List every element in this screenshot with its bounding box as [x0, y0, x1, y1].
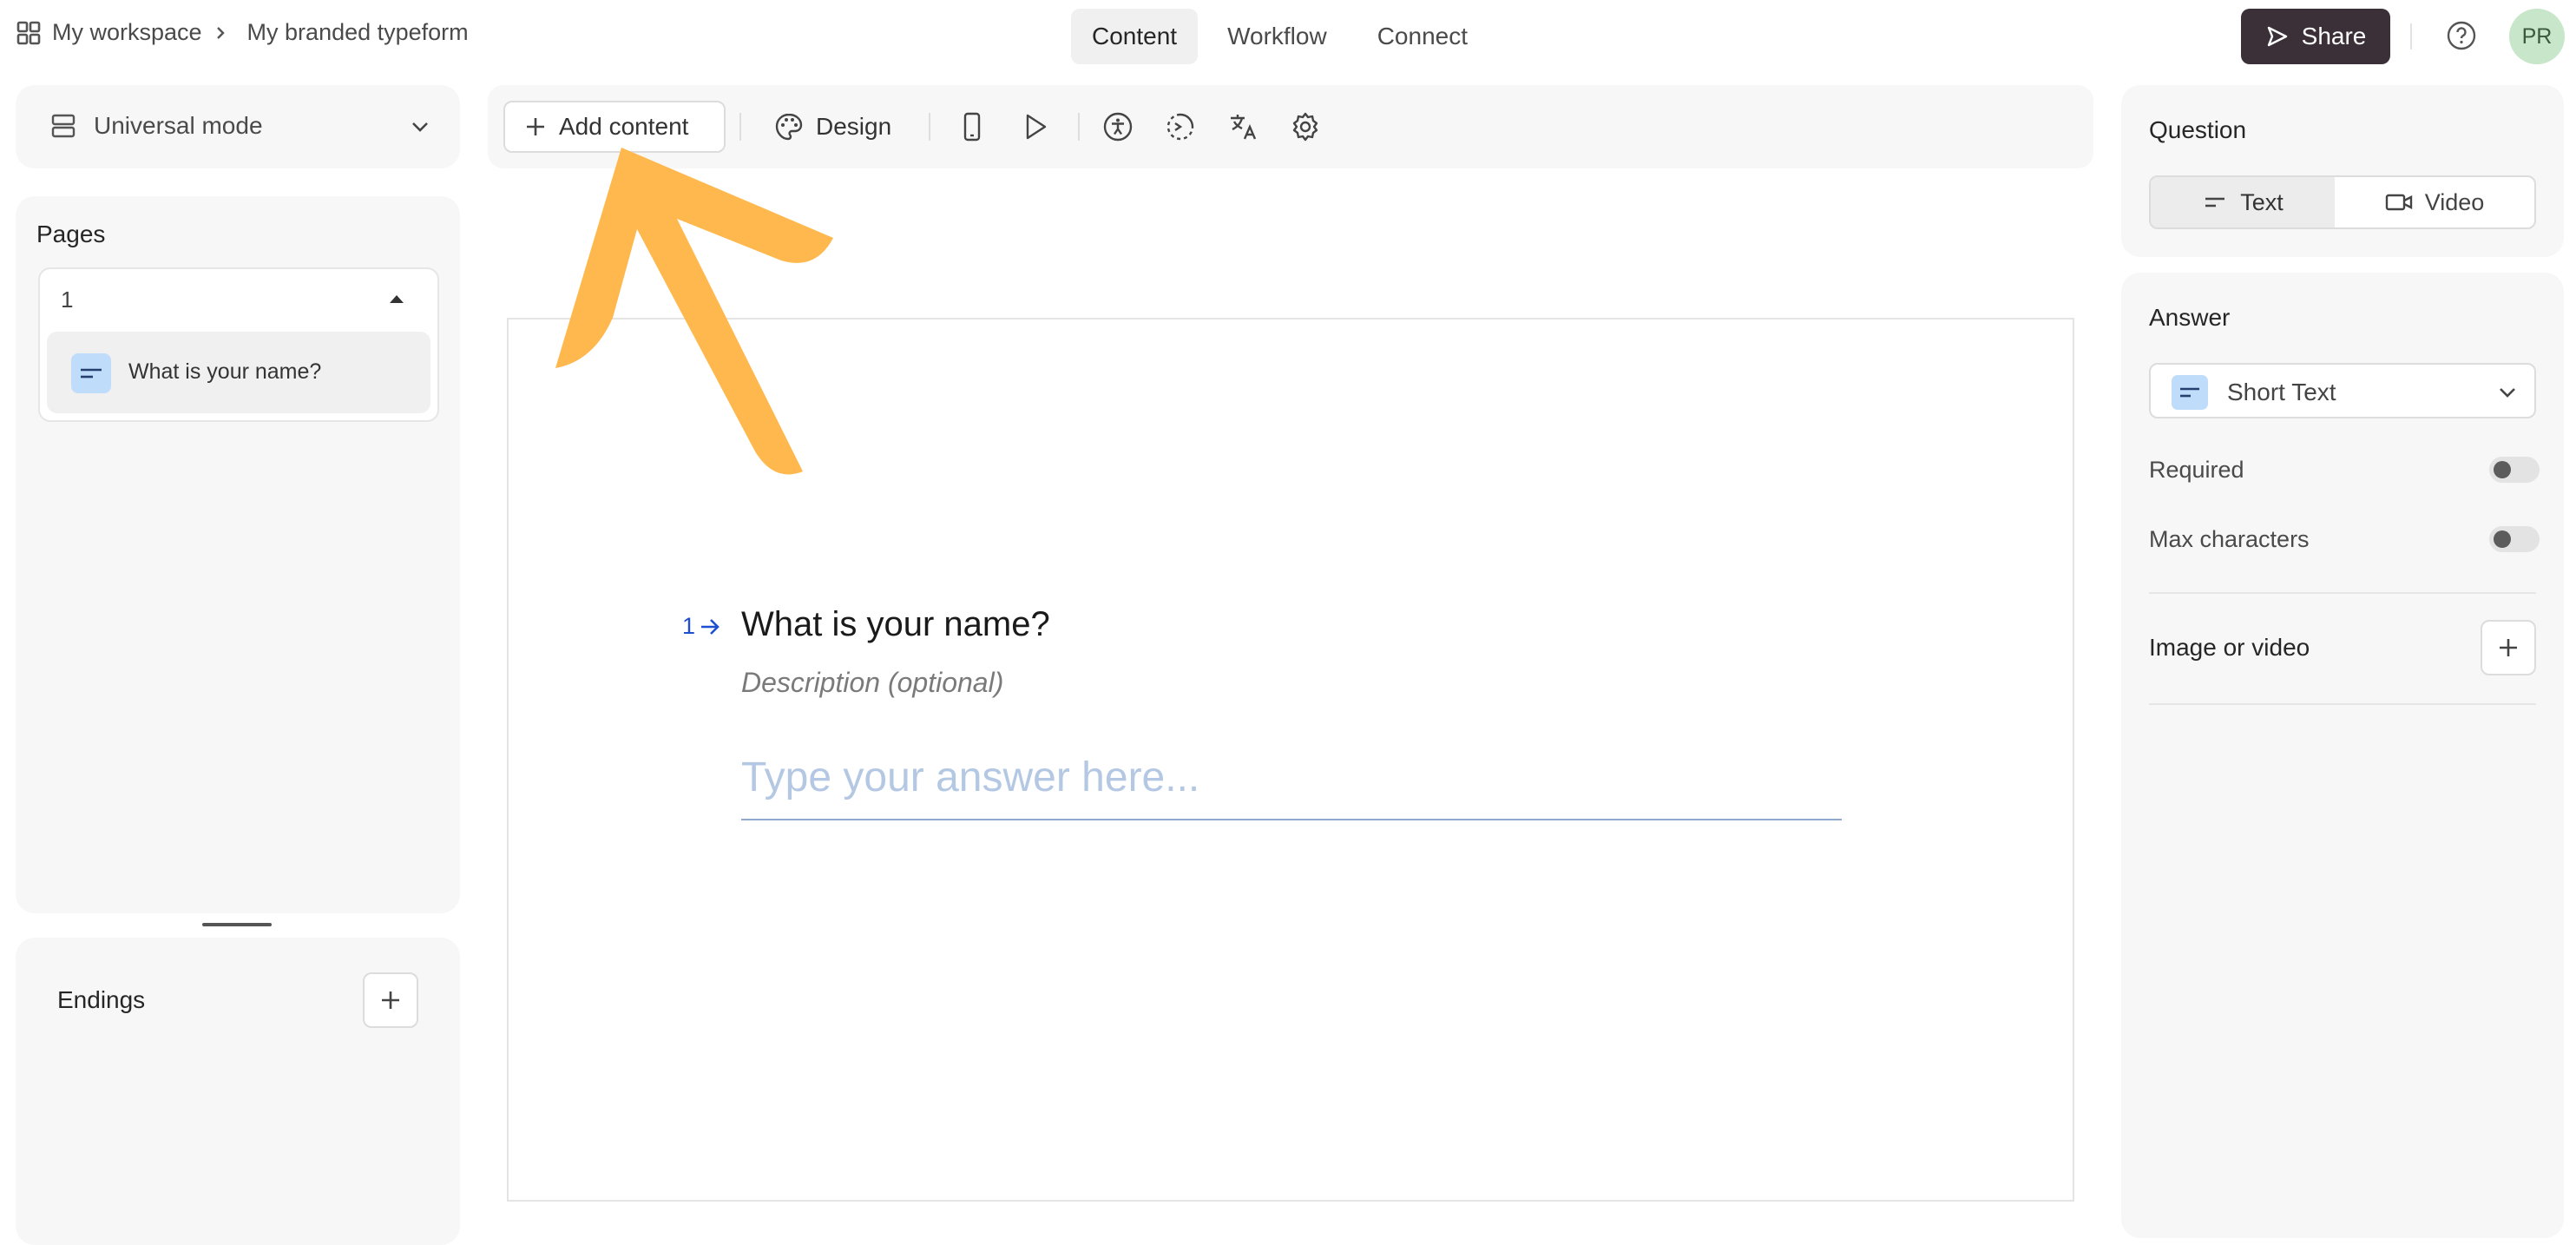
required-label: Required: [2149, 457, 2244, 483]
grid-icon[interactable]: [16, 20, 42, 46]
answer-panel-title: Answer: [2149, 304, 2231, 331]
answer-panel: Answer Short Text Required Max character…: [2121, 273, 2564, 1238]
breadcrumb: My workspace My branded typeform: [16, 19, 469, 46]
divider: [2149, 703, 2536, 705]
question-type-toggle: Text Video: [2149, 175, 2536, 229]
question-number: 1: [682, 613, 721, 640]
add-ending-button[interactable]: [363, 972, 418, 1028]
question-number-text: 1: [682, 613, 696, 639]
endings-title: Endings: [57, 986, 146, 1013]
add-content-label: Add content: [559, 113, 689, 140]
arrow-right-icon: [699, 616, 721, 638]
answer-type-label: Short Text: [2227, 379, 2336, 405]
answer-type-select[interactable]: Short Text: [2149, 363, 2536, 418]
question-description[interactable]: Description (optional): [741, 667, 1003, 699]
text-type-button[interactable]: Text: [2151, 177, 2335, 227]
toolbar-divider: [1078, 113, 1080, 141]
caret-up-icon[interactable]: [387, 292, 406, 306]
page-group-number: 1: [61, 287, 74, 313]
design-label: Design: [816, 113, 892, 140]
main-tabs: Content Workflow Connect: [1071, 9, 1488, 64]
max-characters-toggle[interactable]: [2489, 526, 2540, 552]
add-media-button[interactable]: [2481, 620, 2536, 675]
page-group: 1 What is your name?: [38, 267, 439, 422]
layout-icon: [50, 113, 76, 139]
toolbar-divider: [739, 113, 741, 141]
question-panel-title: Question: [2149, 116, 2247, 143]
plus-icon: [524, 115, 547, 138]
send-icon: [2265, 24, 2290, 49]
short-text-icon: [2202, 194, 2228, 211]
tab-workflow[interactable]: Workflow: [1206, 9, 1348, 64]
play-icon[interactable]: [1019, 111, 1050, 142]
short-text-icon: [2172, 375, 2208, 410]
resize-handle[interactable]: [202, 923, 272, 926]
video-type-button[interactable]: Video: [2335, 177, 2534, 227]
logic-icon[interactable]: [1165, 111, 1196, 142]
share-label: Share: [2301, 23, 2367, 49]
chevron-right-icon: [213, 25, 228, 41]
question-panel: Question Text Video: [2121, 85, 2564, 257]
video-type-label: Video: [2424, 188, 2485, 215]
top-bar: My workspace My branded typeform Content…: [0, 0, 2576, 73]
palette-icon: [774, 112, 804, 142]
video-camera-icon: [2385, 192, 2413, 213]
plus-icon: [378, 988, 403, 1012]
question-title[interactable]: What is your name?: [741, 605, 1050, 644]
breadcrumb-form[interactable]: My branded typeform: [247, 19, 469, 46]
translate-icon[interactable]: [1227, 111, 1258, 142]
required-toggle[interactable]: [2489, 457, 2540, 483]
accessibility-icon[interactable]: [1102, 111, 1134, 142]
toolbar-divider: [929, 113, 930, 141]
pages-title: Pages: [36, 221, 106, 247]
endings-panel: Endings: [16, 938, 460, 1245]
plus-icon: [2496, 636, 2520, 660]
chevron-down-icon: [2498, 383, 2517, 402]
tab-connect[interactable]: Connect: [1357, 9, 1488, 64]
answer-underline: [741, 819, 1842, 820]
text-type-label: Text: [2240, 188, 2284, 215]
gear-icon[interactable]: [1290, 111, 1321, 142]
chevron-down-icon: [410, 116, 430, 137]
answer-placeholder[interactable]: Type your answer here...: [741, 754, 1199, 801]
help-icon[interactable]: [2446, 20, 2477, 51]
page-item-label: What is your name?: [128, 359, 322, 384]
mode-label: Universal mode: [94, 112, 263, 139]
header-divider: [2410, 23, 2412, 49]
pages-panel: Pages 1 What is your name?: [16, 196, 460, 913]
image-video-label: Image or video: [2149, 634, 2310, 661]
mobile-preview-icon[interactable]: [956, 111, 988, 142]
mode-selector[interactable]: Universal mode: [16, 85, 460, 168]
divider: [2149, 592, 2536, 594]
share-button[interactable]: Share: [2241, 9, 2390, 64]
breadcrumb-workspace[interactable]: My workspace: [52, 19, 202, 46]
page-item[interactable]: What is your name?: [47, 332, 430, 413]
annotation-arrow-icon: [538, 139, 842, 486]
avatar[interactable]: PR: [2509, 9, 2565, 64]
max-characters-label: Max characters: [2149, 526, 2310, 552]
tab-content[interactable]: Content: [1071, 9, 1199, 64]
short-text-icon: [71, 353, 111, 393]
